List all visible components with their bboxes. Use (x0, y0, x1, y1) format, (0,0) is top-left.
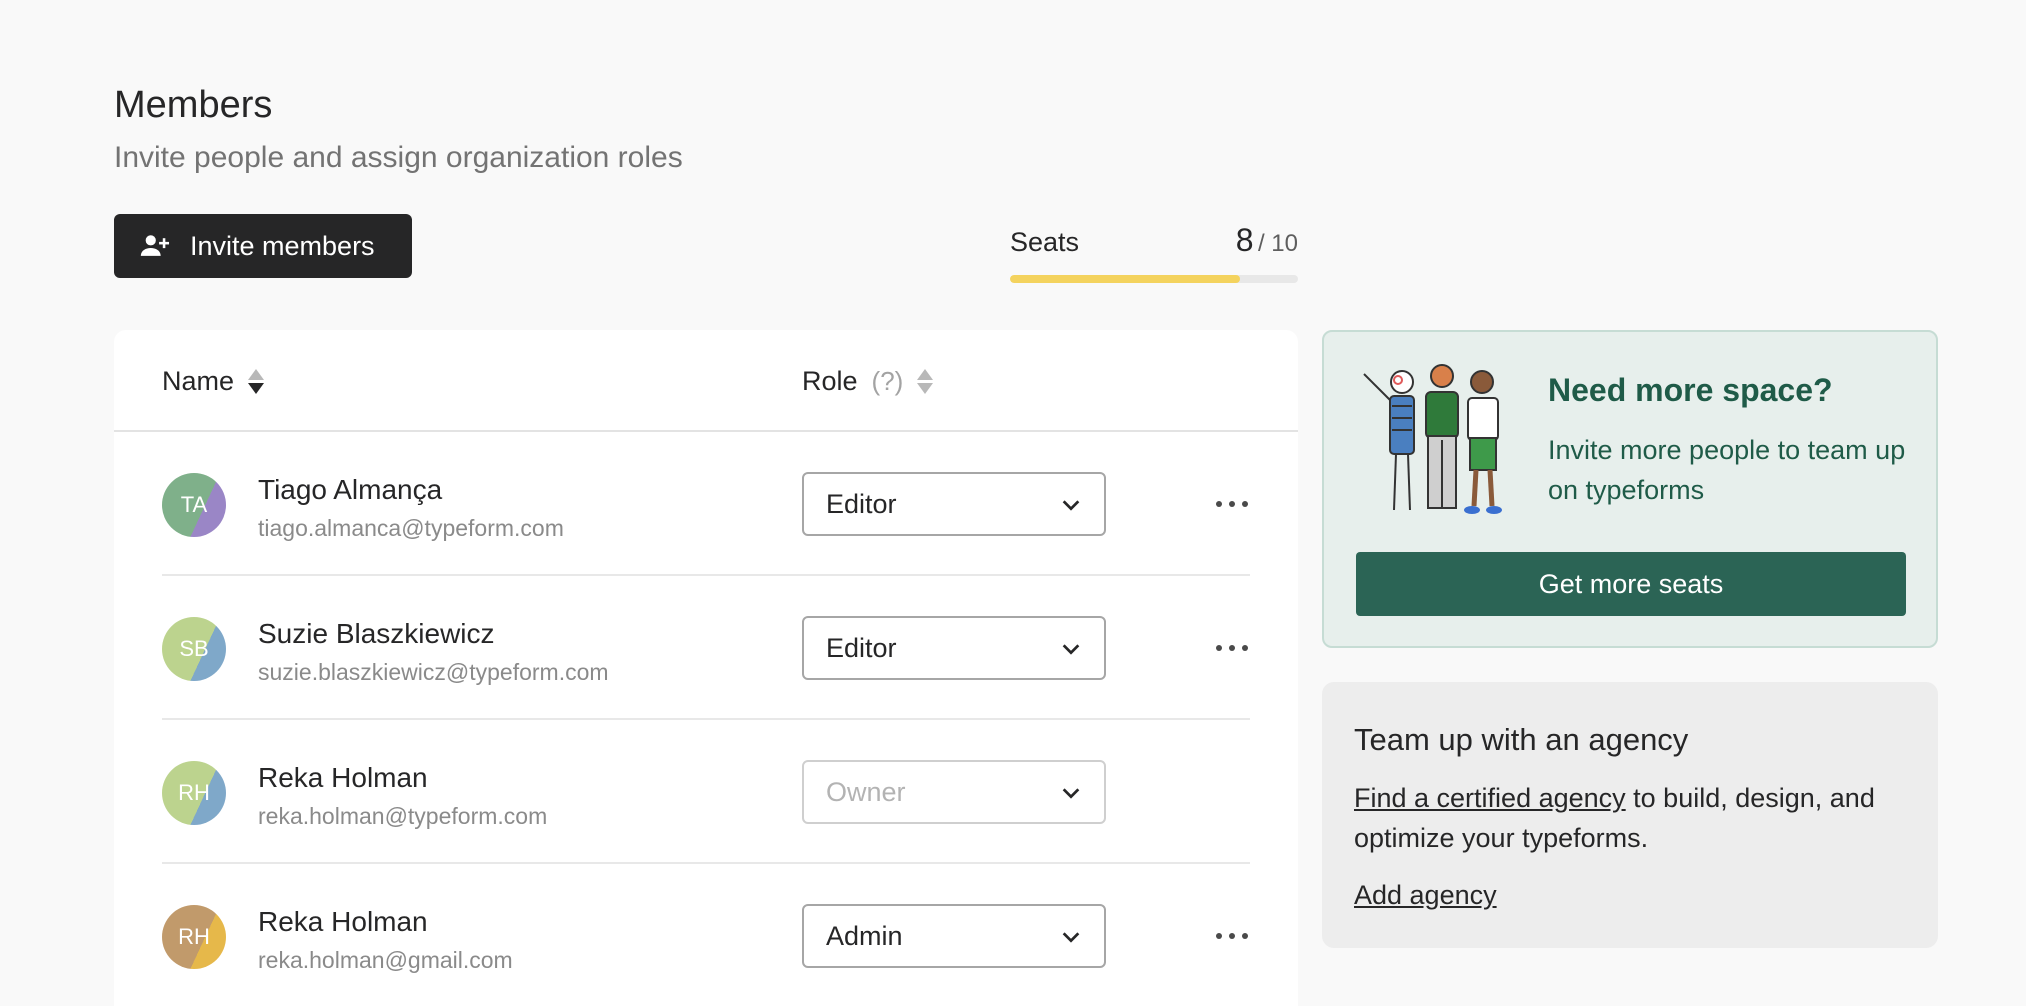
role-value: Editor (826, 632, 897, 663)
promo-text: Invite more people to team up on typefor… (1548, 435, 1906, 505)
seats-label: Seats (1010, 227, 1080, 257)
avatar: SB (162, 617, 226, 681)
invite-members-button[interactable]: Invite members (114, 214, 412, 278)
agency-text: Find a certified agency to build, design… (1354, 778, 1914, 858)
sort-icon[interactable] (917, 369, 934, 394)
member-email: tiago.almanca@typeform.com (258, 515, 564, 541)
more-seats-card: Need more space? Invite more people to t… (1322, 330, 1938, 648)
table-row: SB Suzie Blaszkiewicz suzie.blaszkiewicz… (162, 576, 1250, 720)
column-role-label: Role (802, 366, 858, 396)
members-table: Name Role (?) TA Tiago Almança tiago.alm… (114, 330, 1298, 1006)
get-more-seats-button[interactable]: Get more seats (1356, 552, 1906, 616)
sort-icon[interactable] (248, 369, 265, 394)
chevron-down-icon (1062, 932, 1080, 943)
member-name: Reka Holman (258, 762, 428, 793)
page-title: Members (114, 84, 273, 126)
role-value: Editor (826, 488, 897, 519)
chevron-down-icon (1062, 644, 1080, 655)
seats-progress-bar (1010, 275, 1298, 283)
more-options-icon[interactable] (1216, 920, 1248, 952)
role-value: Owner (826, 776, 906, 807)
member-name: Tiago Almança (258, 474, 443, 505)
column-name-label: Name (162, 366, 235, 396)
member-email: reka.holman@gmail.com (258, 947, 513, 973)
seats-indicator: Seats 8 / 10 (1010, 222, 1298, 283)
avatar: TA (162, 473, 226, 537)
role-help-icon[interactable]: (?) (872, 366, 904, 397)
seats-used: 8 (1235, 222, 1254, 258)
seats-progress-fill (1010, 275, 1241, 283)
avatar: RH (162, 761, 226, 825)
member-email: suzie.blaszkiewicz@typeform.com (258, 659, 609, 685)
role-select: Owner (802, 760, 1106, 824)
table-header: Name Role (?) (114, 330, 1298, 432)
team-illustration (1363, 364, 1502, 514)
add-agency-link[interactable]: Add agency (1354, 880, 1497, 911)
chevron-down-icon (1062, 788, 1080, 799)
find-agency-link[interactable]: Find a certified agency (1354, 783, 1626, 813)
agency-card: Team up with an agency Find a certified … (1322, 682, 1938, 948)
agency-title: Team up with an agency (1354, 722, 1689, 757)
more-options-icon[interactable] (1216, 632, 1248, 664)
role-select[interactable]: Admin (802, 904, 1106, 968)
role-select[interactable]: Editor (802, 616, 1106, 680)
promo-title: Need more space? (1548, 372, 1833, 408)
invite-members-label: Invite members (190, 230, 375, 261)
member-name: Suzie Blaszkiewicz (258, 618, 495, 649)
table-row: RH Reka Holman reka.holman@gmail.com Adm… (162, 864, 1250, 1006)
role-value: Admin (826, 920, 903, 951)
add-person-icon (140, 235, 170, 256)
page-subtitle: Invite people and assign organization ro… (114, 141, 683, 174)
member-email: reka.holman@typeform.com (258, 803, 548, 829)
member-name: Reka Holman (258, 906, 428, 937)
table-row: TA Tiago Almança tiago.almanca@typeform.… (162, 432, 1250, 576)
seats-total: / 10 (1257, 230, 1298, 257)
column-header-role[interactable]: Role (?) (802, 366, 934, 397)
role-select[interactable]: Editor (802, 472, 1106, 536)
chevron-down-icon (1062, 500, 1080, 511)
avatar: RH (162, 905, 226, 969)
table-row: RH Reka Holman reka.holman@typeform.com … (162, 720, 1250, 864)
more-options-icon[interactable] (1216, 488, 1248, 520)
column-header-name[interactable]: Name (162, 366, 265, 397)
members-page: Members Invite people and assign organiz… (0, 0, 2026, 1006)
